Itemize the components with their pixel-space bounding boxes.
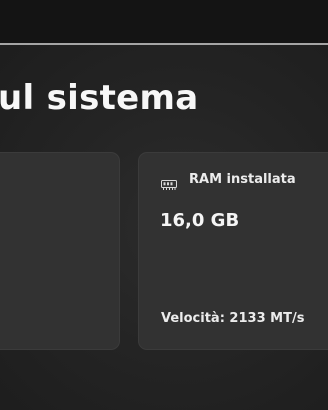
processor-card (0, 152, 120, 350)
top-divider (0, 43, 328, 45)
ram-label: RAM installata (189, 172, 296, 187)
memory-icon (161, 175, 177, 190)
page-title: ul sistema (0, 78, 199, 118)
ram-speed: Velocità: 2133 MT/s (161, 311, 305, 326)
settings-window: ul sistema 5600 RAM installata 16,0 GB V… (0, 0, 328, 410)
top-bar (0, 0, 328, 44)
ram-value: 16,0 GB (160, 210, 240, 231)
